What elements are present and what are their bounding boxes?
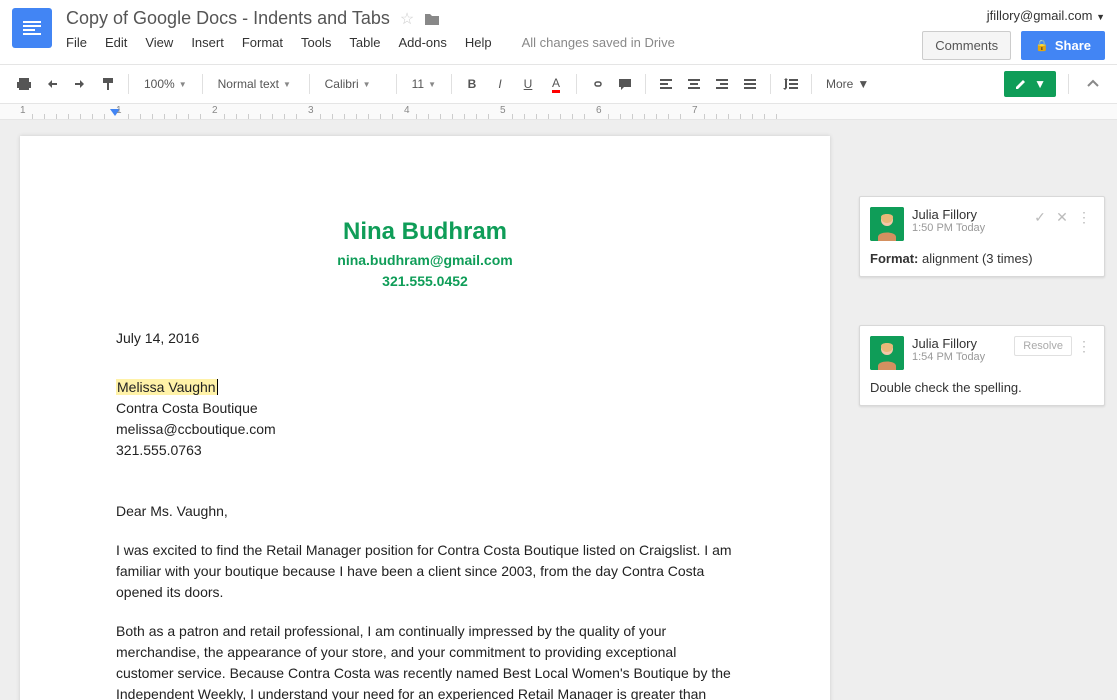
zoom-value: 100% [144,77,175,91]
more-button[interactable]: More ▼ [820,73,875,95]
doc-contact-email: nina.budhram@gmail.com [116,250,734,271]
ruler-number: 1 [116,105,122,116]
text-color-icon[interactable]: A [544,72,568,96]
menu-addons[interactable]: Add-ons [398,35,446,50]
chevron-down-icon: ▼ [857,77,869,91]
align-left-icon[interactable] [654,72,678,96]
menu-table[interactable]: Table [349,35,380,50]
link-icon[interactable] [585,72,609,96]
chevron-down-icon: ▼ [363,80,371,89]
hide-menus-icon[interactable] [1081,72,1105,96]
more-options-icon[interactable]: ⋮ [1074,207,1094,227]
chevron-down-icon: ▼ [1034,77,1046,91]
comment-text: Double check the spelling. [870,380,1094,395]
ruler[interactable]: 1 1 2 3 4 5 6 7 [0,104,1117,120]
ruler-number: 3 [308,105,314,116]
menu-edit[interactable]: Edit [105,35,127,50]
doc-paragraph-2: Both as a patron and retail professional… [116,621,734,700]
align-center-icon[interactable] [682,72,706,96]
doc-recipient-company: Contra Costa Boutique [116,398,734,419]
chevron-down-icon: ▼ [428,80,436,89]
doc-paragraph-1: I was excited to find the Retail Manager… [116,540,734,603]
docs-logo[interactable] [12,8,52,48]
ruler-number: 5 [500,105,506,116]
comment-author: Julia Fillory [912,336,1006,351]
suggestion-card[interactable]: Julia Fillory 1:50 PM Today ✓ ✕ ⋮ Format… [859,196,1105,277]
font-value: Calibri [325,77,359,91]
doc-title[interactable]: Copy of Google Docs - Indents and Tabs [66,8,390,29]
menu-help[interactable]: Help [465,35,492,50]
paragraph-style-select[interactable]: Normal text ▼ [211,72,301,96]
share-label: Share [1055,38,1091,53]
pencil-icon [1014,77,1028,91]
ruler-number: 1 [20,105,26,116]
comment-icon[interactable] [613,72,637,96]
menu-file[interactable]: File [66,35,87,50]
menu-format[interactable]: Format [242,35,283,50]
align-right-icon[interactable] [710,72,734,96]
print-icon[interactable] [12,72,36,96]
avatar [870,336,904,370]
editing-mode-button[interactable]: ▼ [1004,71,1056,97]
chevron-down-icon: ▼ [1096,12,1105,22]
folder-icon[interactable] [424,12,440,26]
redo-icon[interactable] [68,72,92,96]
more-label: More [826,77,853,91]
align-justify-icon[interactable] [738,72,762,96]
avatar [870,207,904,241]
user-email-text: jfillory@gmail.com [987,8,1093,23]
zoom-select[interactable]: 100% ▼ [137,72,194,96]
reject-suggestion-icon[interactable]: ✕ [1052,207,1072,227]
lock-icon: 🔒 [1035,39,1049,52]
share-button[interactable]: 🔒 Share [1021,31,1105,60]
comment-time: 1:54 PM Today [912,351,1006,363]
font-select[interactable]: Calibri ▼ [318,72,388,96]
menu-bar: File Edit View Insert Format Tools Table… [66,35,922,50]
chevron-down-icon: ▼ [283,80,291,89]
format-label: Format: [870,251,918,266]
underline-icon[interactable]: U [516,72,540,96]
comment-time: 1:50 PM Today [912,222,1022,234]
doc-recipient-email: melissa@ccboutique.com [116,419,734,440]
star-icon[interactable]: ☆ [400,9,414,29]
doc-heading-name: Nina Budhram [116,214,734,250]
style-value: Normal text [218,77,279,91]
size-value: 11 [412,77,424,91]
comments-button[interactable]: Comments [922,31,1011,60]
doc-recipient-phone: 321.555.0763 [116,440,734,461]
document-page[interactable]: Nina Budhram nina.budhram@gmail.com 321.… [20,136,830,700]
menu-insert[interactable]: Insert [191,35,224,50]
ruler-number: 2 [212,105,218,116]
ruler-number: 4 [404,105,410,116]
font-size-select[interactable]: 11 ▼ [405,72,443,96]
doc-contact-phone: 321.555.0452 [116,271,734,292]
comment-author: Julia Fillory [912,207,1022,222]
doc-recipient-name: Melissa Vaughn [116,379,218,395]
chevron-down-icon: ▼ [179,80,187,89]
more-options-icon[interactable]: ⋮ [1074,336,1094,356]
save-status: All changes saved in Drive [522,35,675,50]
menu-tools[interactable]: Tools [301,35,331,50]
user-email[interactable]: jfillory@gmail.com ▼ [922,8,1105,23]
resolve-button[interactable]: Resolve [1014,336,1072,356]
ruler-number: 7 [692,105,698,116]
doc-greeting: Dear Ms. Vaughn, [116,501,734,522]
italic-icon[interactable]: I [488,72,512,96]
doc-date: July 14, 2016 [116,328,734,349]
format-text: alignment (3 times) [918,251,1032,266]
ruler-number: 6 [596,105,602,116]
menu-view[interactable]: View [145,35,173,50]
undo-icon[interactable] [40,72,64,96]
accept-suggestion-icon[interactable]: ✓ [1030,207,1050,227]
bold-icon[interactable]: B [460,72,484,96]
paint-format-icon[interactable] [96,72,120,96]
line-spacing-icon[interactable] [779,72,803,96]
comment-card[interactable]: Julia Fillory 1:54 PM Today Resolve ⋮ Do… [859,325,1105,406]
